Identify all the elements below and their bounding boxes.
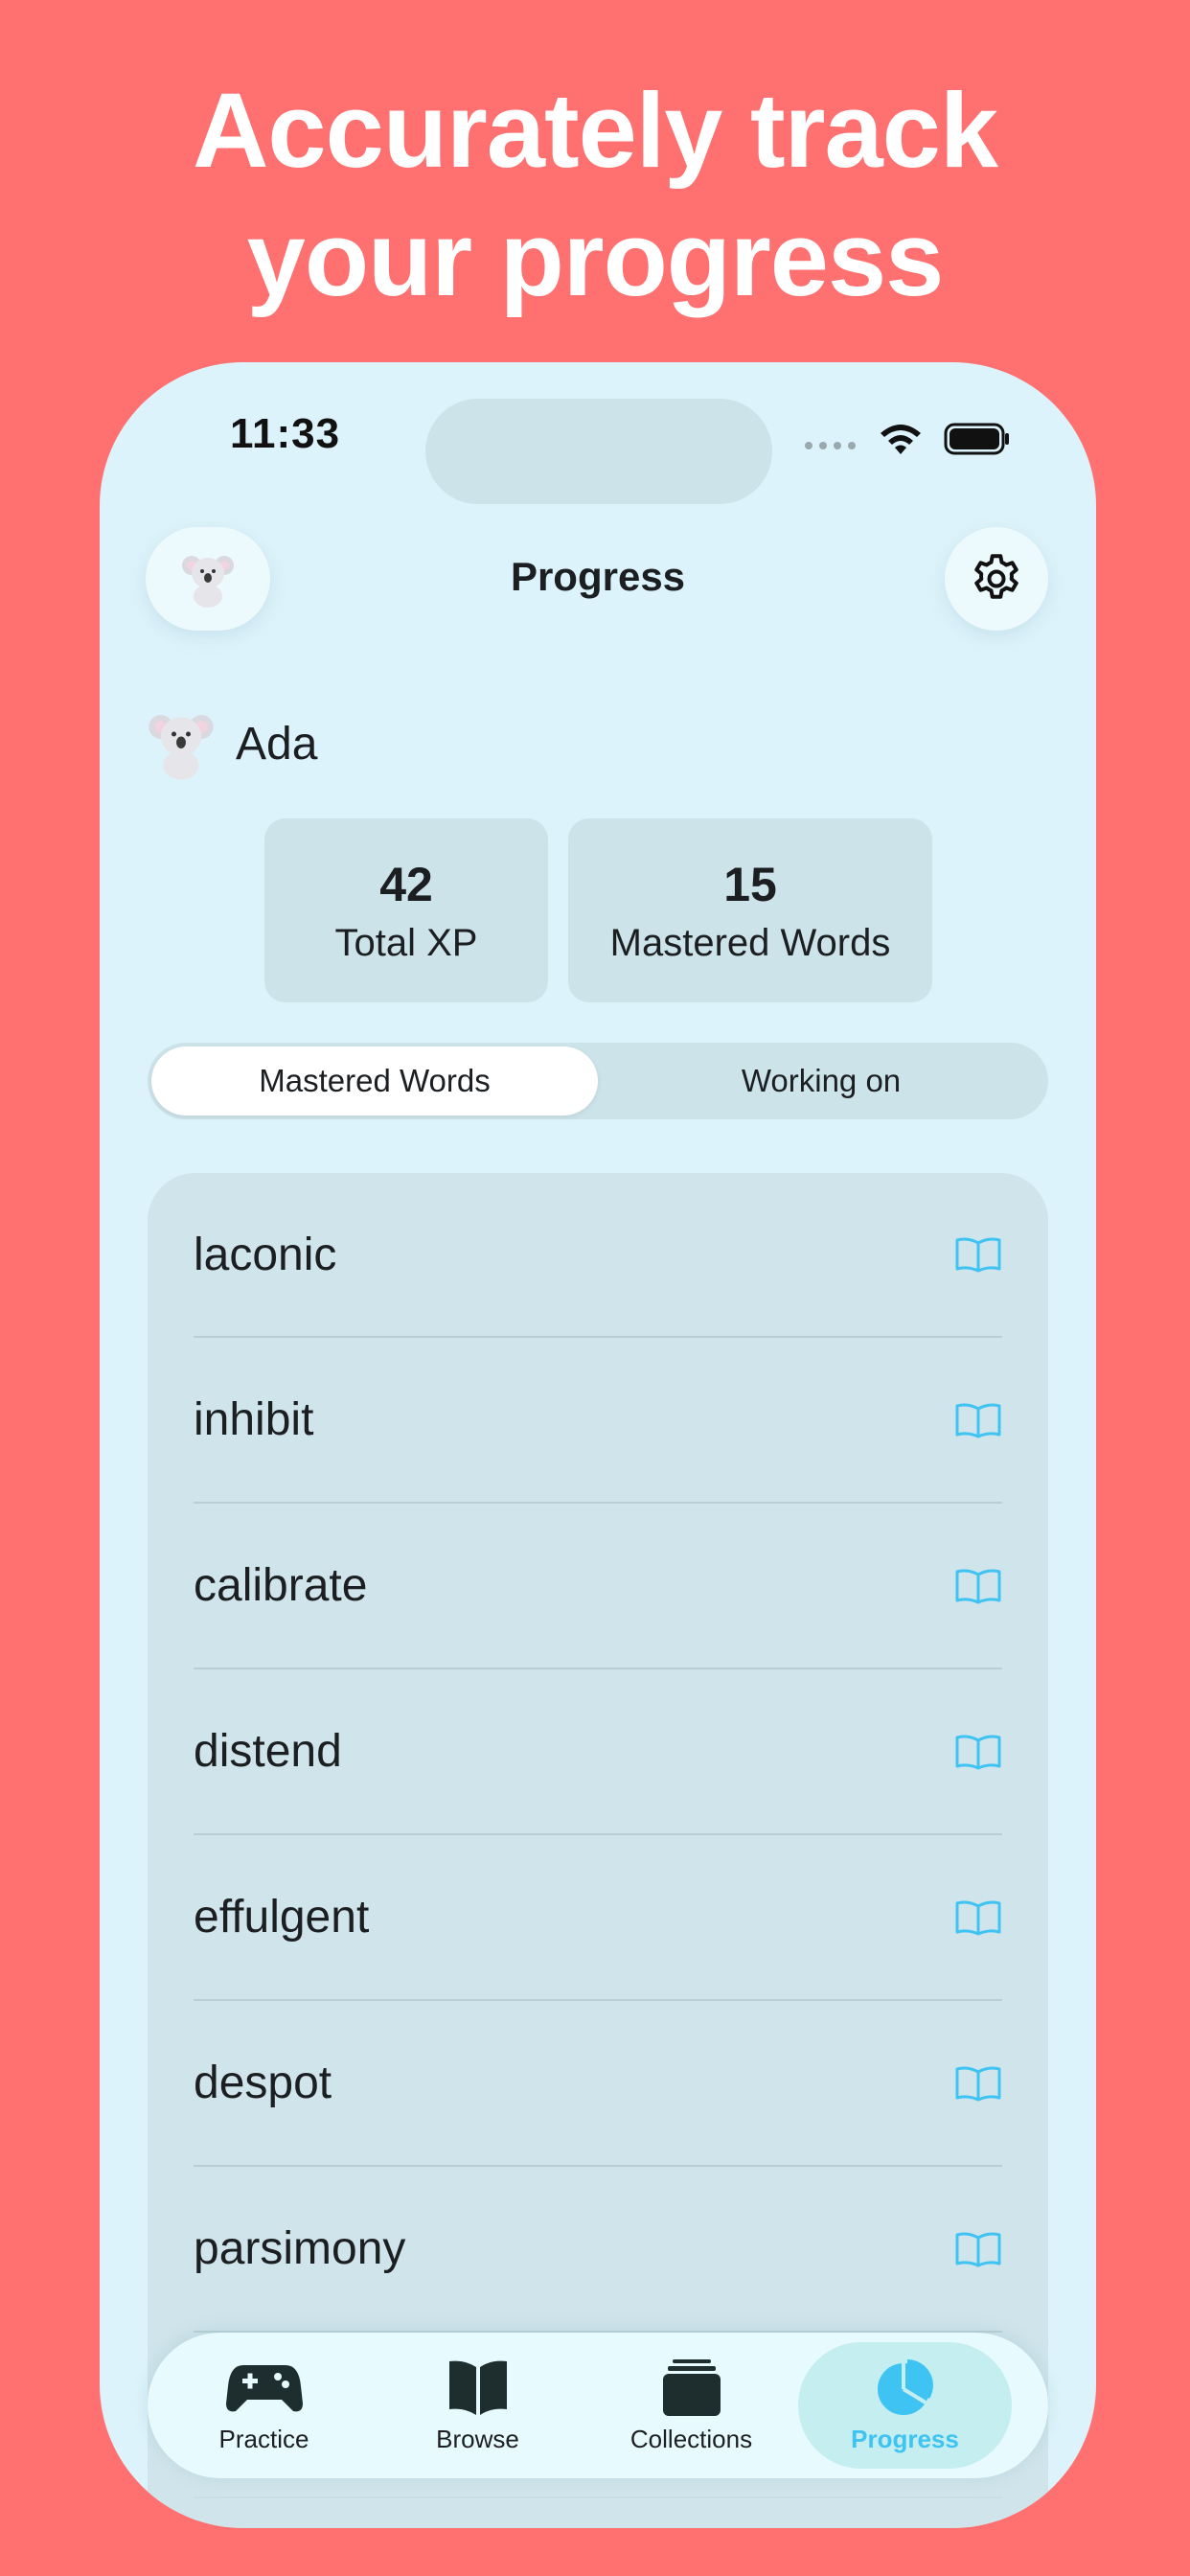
segment-mastered-words[interactable]: Mastered Words	[151, 1046, 598, 1116]
segment-working-on[interactable]: Working on	[598, 1046, 1044, 1116]
word-row[interactable]: distend	[194, 1669, 1002, 1835]
tab-label: Browse	[436, 2424, 519, 2453]
book-icon[interactable]	[954, 1898, 1002, 1937]
word-text: calibrate	[194, 1560, 368, 1611]
user-row: Ada	[148, 707, 317, 780]
stat-card-mastered-words: 15 Mastered Words	[568, 818, 932, 1002]
word-text: despot	[194, 2058, 332, 2108]
tab-label: Progress	[851, 2424, 959, 2453]
tab-browse[interactable]: Browse	[371, 2342, 584, 2469]
marketing-headline: Accurately track your progress	[0, 67, 1190, 324]
word-row[interactable]: calibrate	[194, 1504, 1002, 1669]
word-row[interactable]: inhibit	[194, 1338, 1002, 1504]
book-icon[interactable]	[954, 1235, 1002, 1274]
tab-collections[interactable]: Collections	[584, 2342, 798, 2469]
book-icon	[448, 2360, 507, 2415]
headline-line-2: your progress	[246, 200, 945, 318]
book-icon[interactable]	[954, 2064, 1002, 2103]
phone-screen: 11:33 Progress Ada 42 Total XP 15 Master…	[100, 362, 1096, 2528]
segmented-control: Mastered Words Working on	[148, 1043, 1048, 1119]
tab-label: Collections	[629, 2424, 753, 2453]
stat-value: 15	[723, 858, 777, 911]
stat-card-total-xp: 42 Total XP	[264, 818, 548, 1002]
dynamic-island	[425, 399, 772, 504]
word-row[interactable]: parsimony	[194, 2167, 1002, 2333]
word-row[interactable]: laconic	[194, 1173, 1002, 1338]
word-text: inhibit	[194, 1394, 314, 1445]
tab-label: Practice	[218, 2424, 309, 2453]
pie-chart-icon	[877, 2358, 933, 2415]
status-time: 11:33	[230, 410, 341, 457]
tab-progress[interactable]: Progress	[798, 2342, 1012, 2469]
headline-line-1: Accurately track	[192, 72, 998, 190]
word-list: laconic inhibit calibrate distend effulg…	[148, 1173, 1048, 2528]
stat-label: Mastered Words	[609, 922, 891, 964]
gear-icon	[974, 554, 1018, 599]
tab-bar: Practice Browse Collections Progress	[148, 2333, 1048, 2478]
stat-label: Total XP	[334, 922, 478, 964]
stat-value: 42	[379, 858, 433, 911]
book-icon[interactable]	[954, 1567, 1002, 1605]
battery-icon	[944, 423, 1009, 455]
gamepad-icon	[225, 2364, 303, 2411]
signal-dots-icon	[805, 442, 856, 449]
book-icon[interactable]	[954, 1733, 1002, 1771]
word-text: effulgent	[194, 1892, 370, 1943]
word-text: distend	[194, 1726, 342, 1777]
book-icon[interactable]	[954, 2230, 1002, 2268]
user-name: Ada	[236, 718, 318, 770]
koala-avatar-icon	[149, 715, 214, 780]
status-indicators	[805, 422, 1011, 456]
word-text: laconic	[194, 1229, 337, 1280]
settings-button[interactable]	[945, 527, 1048, 631]
cards-stack-icon	[662, 2358, 721, 2416]
book-icon[interactable]	[954, 1401, 1002, 1439]
word-row[interactable]: effulgent	[194, 1835, 1002, 2001]
word-text: parsimony	[194, 2223, 406, 2274]
tab-practice[interactable]: Practice	[157, 2342, 371, 2469]
wifi-icon	[881, 425, 921, 454]
word-row[interactable]: despot	[194, 2001, 1002, 2167]
